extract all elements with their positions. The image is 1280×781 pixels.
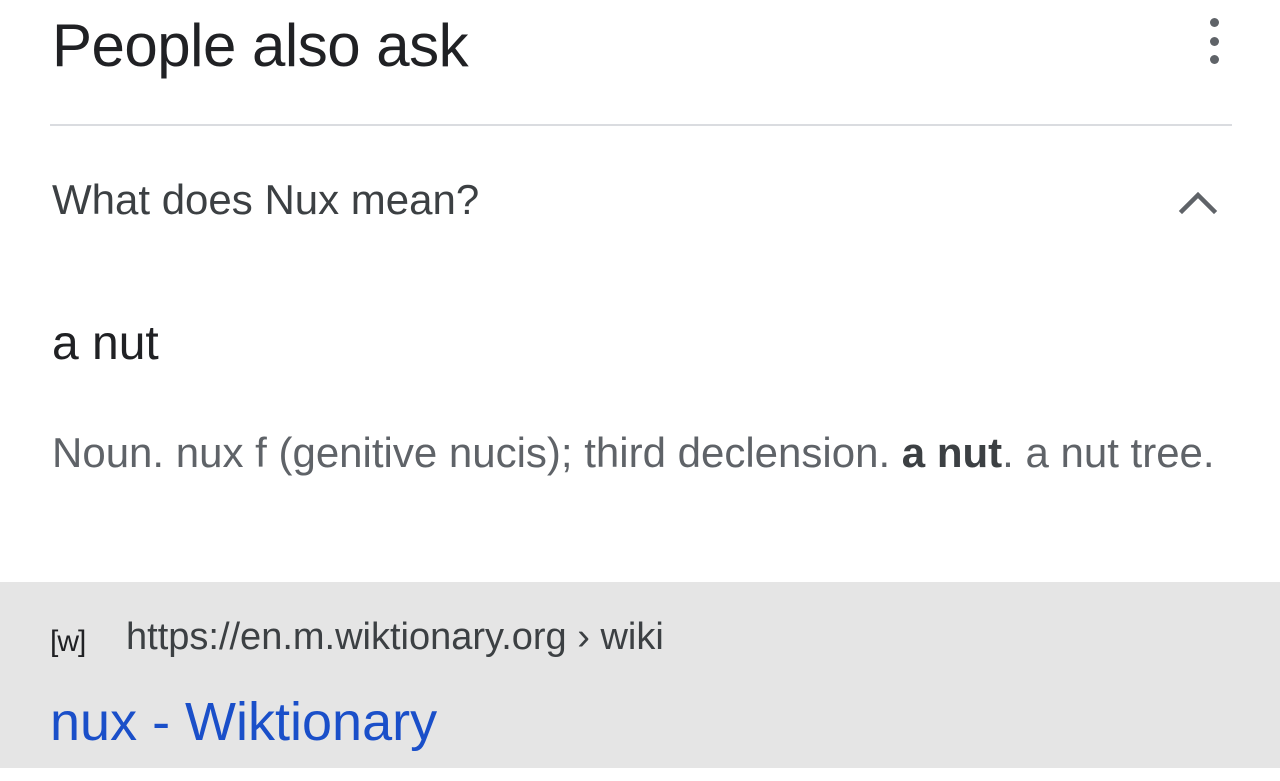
more-options-button[interactable] [1202, 18, 1226, 64]
snippet-text-before: Noun. nux f (genitive nucis); third decl… [52, 429, 902, 476]
question-toggle[interactable]: What does Nux mean? [0, 126, 1280, 276]
more-vertical-icon-dot [1209, 18, 1219, 27]
snippet-highlight: a nut [901, 429, 1003, 476]
snippet-text-after: . a nut tree. [1002, 429, 1215, 476]
source-title-link[interactable]: nux - Wiktionary [50, 690, 437, 754]
more-vertical-icon-dot [1209, 36, 1219, 46]
source-result[interactable]: [w] https://en.m.wiktionary.org › wiki n… [0, 582, 1280, 768]
wiktionary-favicon-icon: [w] [50, 625, 86, 658]
source-url: https://en.m.wiktionary.org › wiki [126, 616, 664, 658]
more-vertical-icon-dot [1209, 55, 1219, 64]
people-also-ask-panel: People also ask What does Nux mean? a nu… [0, 0, 1280, 781]
question-text: What does Nux mean? [52, 176, 480, 223]
answer-snippet: Noun. nux f (genitive nucis); third decl… [52, 423, 1232, 483]
chevron-up-icon [1178, 191, 1218, 215]
answer-title: a nut [52, 317, 159, 370]
section-title: People also ask [52, 12, 469, 79]
